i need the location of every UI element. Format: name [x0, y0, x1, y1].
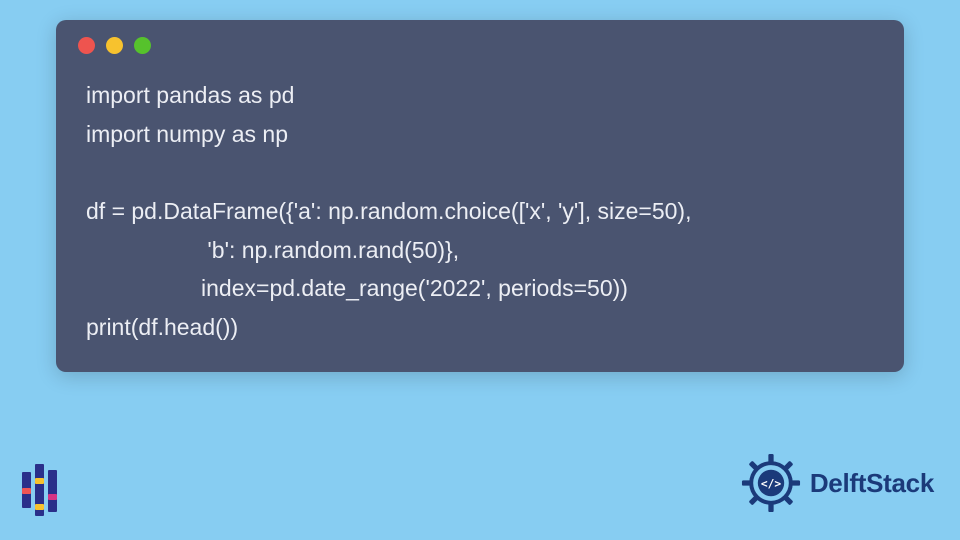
- code-window: import pandas as pd import numpy as np d…: [56, 20, 904, 372]
- code-line: import numpy as np: [86, 121, 288, 147]
- code-line: 'b': np.random.rand(50)},: [86, 237, 459, 263]
- bars-logo-icon: [22, 464, 68, 516]
- code-line: index=pd.date_range('2022', periods=50)): [86, 275, 628, 301]
- maximize-icon[interactable]: [134, 37, 151, 54]
- delftstack-cog-icon: </> </>: [738, 450, 804, 516]
- code-line: df = pd.DataFrame({'a': np.random.choice…: [86, 198, 691, 224]
- code-line: import pandas as pd: [86, 82, 294, 108]
- svg-text:</>: </>: [761, 478, 782, 491]
- brand-name: DelftStack: [810, 468, 934, 499]
- close-icon[interactable]: [78, 37, 95, 54]
- window-titlebar: [56, 20, 904, 70]
- code-block: import pandas as pd import numpy as np d…: [56, 70, 904, 346]
- code-line: print(df.head()): [86, 314, 238, 340]
- brand-logo: </> </> DelftStack: [738, 450, 934, 516]
- minimize-icon[interactable]: [106, 37, 123, 54]
